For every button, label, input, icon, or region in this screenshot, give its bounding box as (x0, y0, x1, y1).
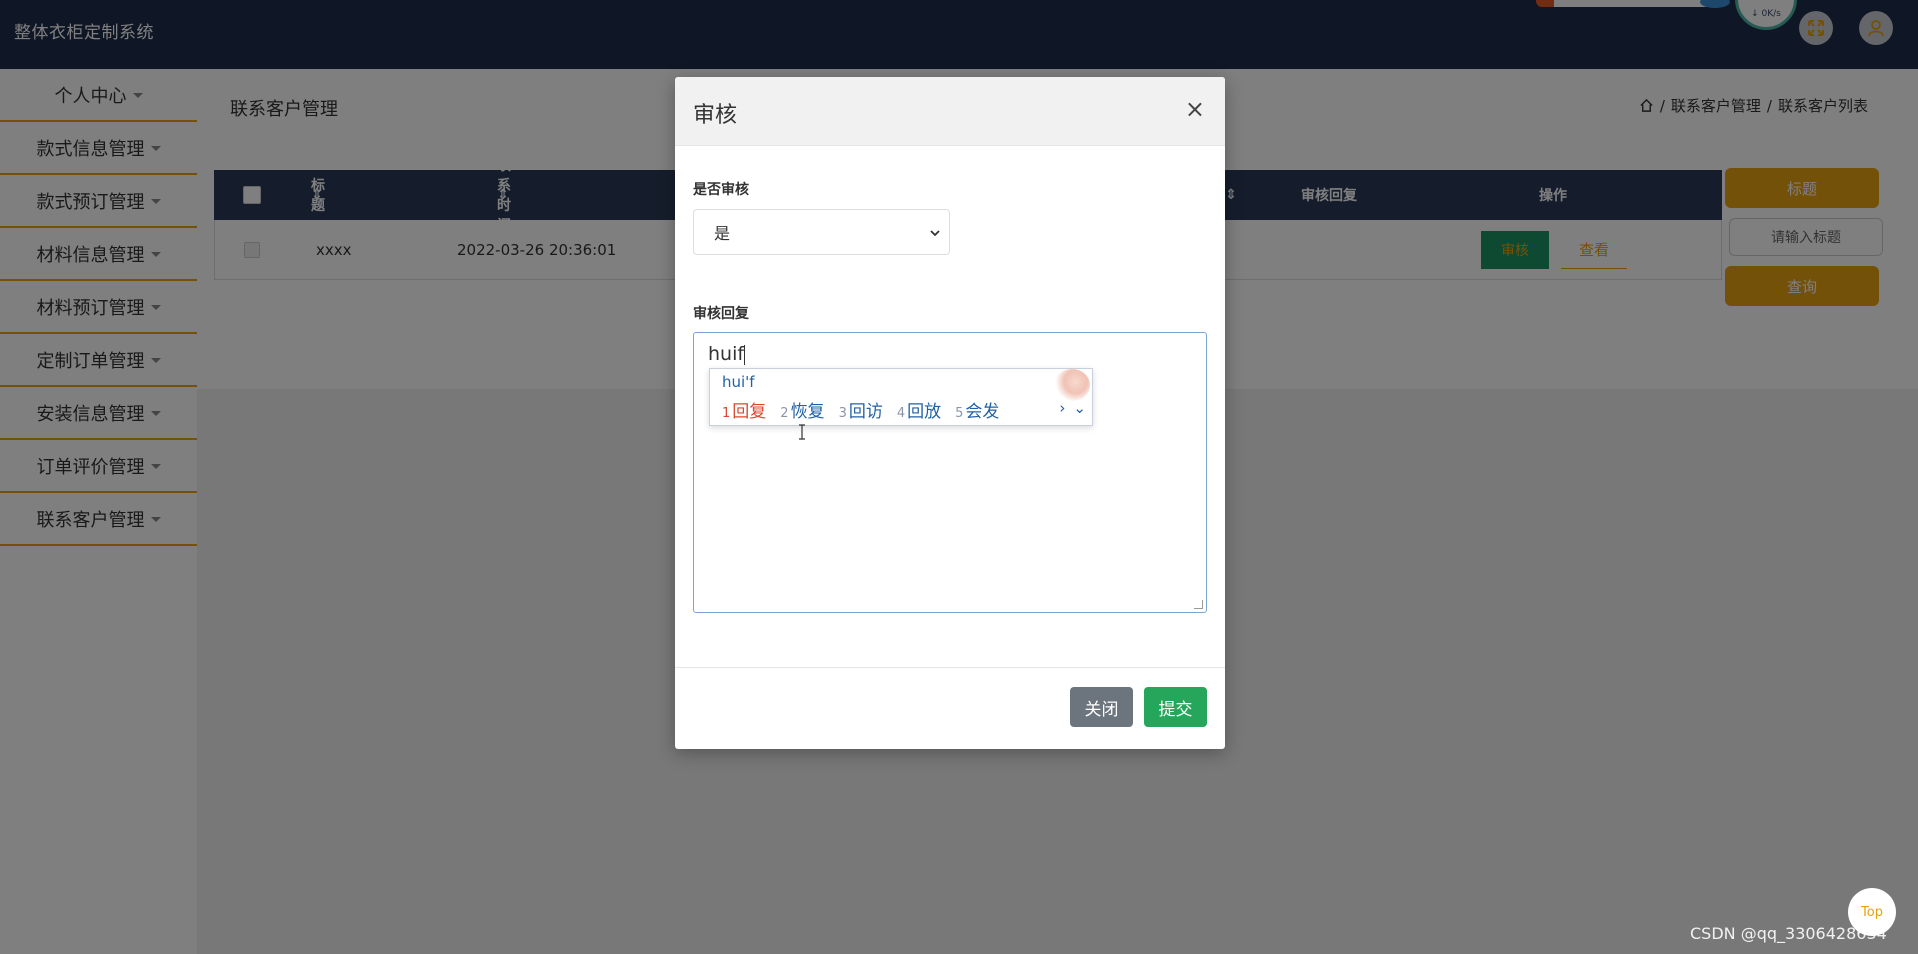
candidate-text: 回放 (907, 402, 942, 422)
candidate-number: 1 (722, 406, 731, 421)
typed-text: huif (708, 343, 746, 365)
typed-text-value: huif (708, 343, 745, 365)
review-status-value: 是 (714, 224, 731, 243)
close-button[interactable]: 关闭 (1070, 687, 1133, 727)
text-cursor-icon (799, 424, 805, 440)
chevron-right-icon[interactable]: › (1059, 399, 1065, 417)
ime-candidates: 1 回复 2 恢复 3 回访 4 回放 5 会发 (722, 397, 999, 422)
ime-candidate-5[interactable]: 5 会发 (955, 397, 999, 422)
review-status-label: 是否审核 (693, 182, 749, 198)
resize-handle[interactable] (1194, 600, 1203, 609)
ime-candidate-3[interactable]: 3 回访 (839, 397, 883, 422)
ime-skin-decoration (1054, 369, 1090, 401)
text-cursor (744, 344, 746, 365)
ime-pinyin: hui'f (722, 373, 755, 391)
ime-candidate-2[interactable]: 2 恢复 (780, 397, 824, 422)
candidate-text: 回复 (732, 402, 767, 422)
ime-nav: › ⌄ (1059, 399, 1086, 417)
candidate-number: 3 (838, 406, 847, 421)
review-status-select[interactable]: 是 (693, 209, 950, 255)
candidate-number: 5 (955, 406, 964, 421)
review-reply-textarea[interactable]: huif hui'f 1 回复 2 恢复 3 回访 4 回放 5 会发 › ⌄ (693, 332, 1207, 613)
ime-candidate-popup: hui'f 1 回复 2 恢复 3 回访 4 回放 5 会发 › ⌄ (709, 368, 1093, 426)
candidate-text: 会发 (965, 402, 1000, 422)
modal-footer: 关闭 提交 (675, 667, 1225, 749)
modal-header: 审核 × (675, 77, 1225, 146)
modal-title: 审核 (693, 103, 738, 128)
submit-button[interactable]: 提交 (1144, 687, 1207, 727)
chevron-down-icon (930, 230, 940, 237)
candidate-number: 4 (896, 406, 906, 421)
ime-candidate-1[interactable]: 1 回复 (722, 397, 766, 422)
review-reply-label: 审核回复 (693, 306, 749, 322)
close-icon[interactable]: × (1185, 97, 1205, 121)
candidate-text: 回访 (848, 402, 883, 422)
candidate-number: 2 (780, 406, 789, 421)
audit-modal: 审核 × 是否审核 是 审核回复 huif hui'f 1 回复 2 恢复 3 回访 … (675, 77, 1225, 749)
candidate-text: 恢复 (790, 402, 825, 422)
expand-candidates-icon[interactable]: ⌄ (1073, 399, 1086, 417)
watermark: CSDN @qq_3306428634 (1690, 924, 1887, 943)
ime-candidate-4[interactable]: 4 回放 (897, 397, 941, 422)
